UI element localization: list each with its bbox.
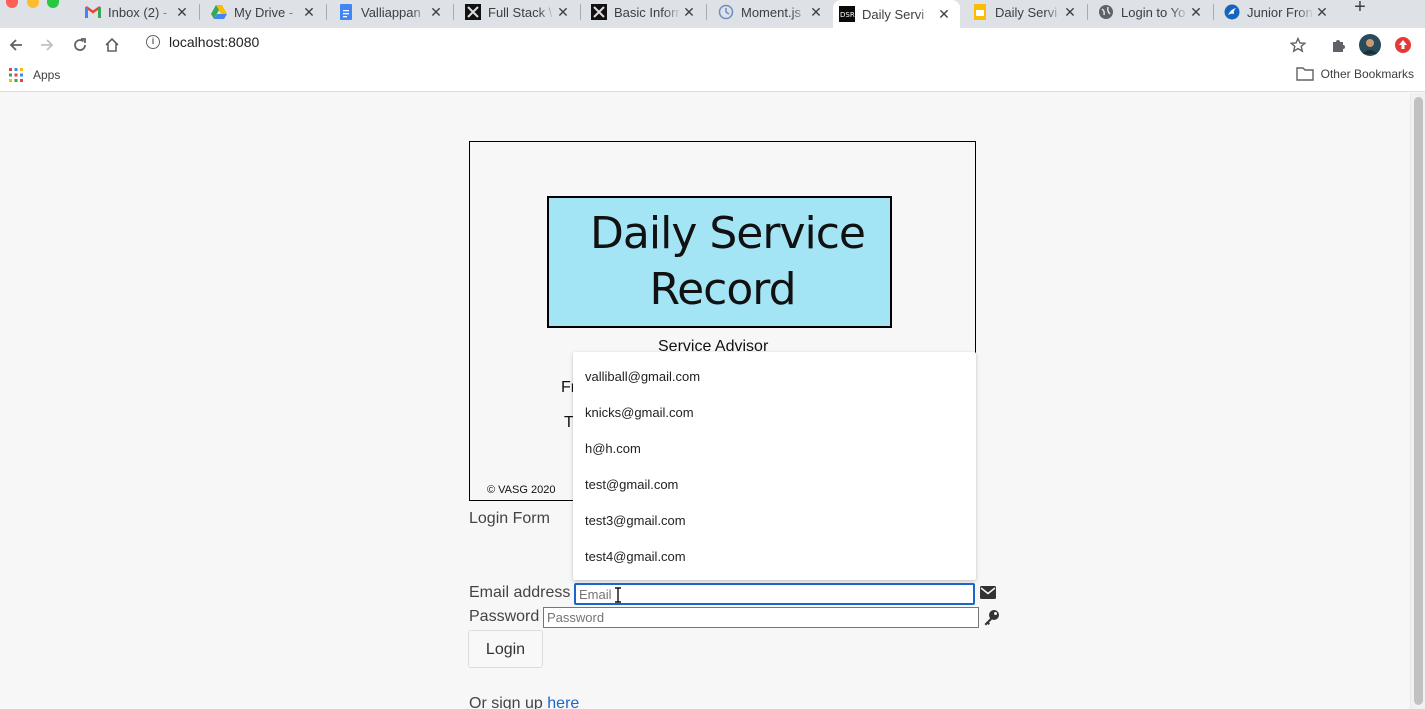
signup-link[interactable]: here [547, 695, 579, 709]
site-icon [591, 4, 607, 20]
reload-icon [74, 38, 86, 51]
tab-title: My Drive - [234, 4, 294, 20]
tab-title: Full Stack \ [488, 4, 553, 20]
tab-valliappan[interactable]: Valliappan ✕ [332, 0, 452, 24]
back-button[interactable] [4, 33, 28, 57]
logo-banner: Daily Service Record [547, 196, 892, 328]
bird-icon [1224, 4, 1240, 20]
back-arrow-icon [9, 39, 22, 51]
logo-title-line2: Record [649, 264, 796, 315]
avatar [1359, 34, 1381, 56]
docs-icon [338, 4, 354, 20]
close-icon[interactable]: ✕ [1062, 4, 1078, 21]
autocomplete-option[interactable]: knicks@gmail.com [585, 405, 694, 420]
gmail-icon [85, 4, 101, 20]
autocomplete-option[interactable]: valliball@gmail.com [585, 369, 700, 384]
scrollbar-thumb[interactable] [1414, 97, 1423, 705]
forward-arrow-icon [41, 39, 54, 51]
tab-title: Junior Fron [1247, 4, 1313, 20]
dsr-icon: DSR [839, 6, 855, 22]
close-icon[interactable]: ✕ [428, 4, 444, 21]
clock-icon [718, 4, 734, 20]
tab-strip: Inbox (2) - ✕ My Drive - ✕ Valliappan ✕ … [0, 0, 1425, 28]
tab-moment[interactable]: Moment.js ✕ [712, 0, 832, 24]
drive-icon [211, 4, 227, 20]
autocomplete-option[interactable]: test4@gmail.com [585, 549, 686, 564]
apps-label: Apps [33, 68, 61, 82]
login-button[interactable]: Login [468, 630, 543, 668]
close-window-button[interactable] [6, 0, 18, 8]
globe-icon [1098, 4, 1114, 20]
new-tab-button[interactable]: + [1352, 0, 1368, 17]
login-form-title: Login Form [469, 510, 550, 527]
maximize-window-button[interactable] [47, 0, 59, 8]
tab-title: Inbox (2) - [108, 4, 168, 20]
tab-login-to[interactable]: Login to Yo ✕ [1092, 0, 1212, 24]
update-icon [1395, 37, 1411, 53]
page-scrollbar[interactable] [1410, 93, 1425, 709]
browser-toolbar: i localhost:8080 [0, 28, 1425, 62]
autocomplete-option[interactable]: h@h.com [585, 441, 641, 456]
tab-title: Valliappan [361, 4, 421, 20]
tab-title: Moment.js [741, 4, 801, 20]
autocomplete-option[interactable]: test3@gmail.com [585, 513, 686, 528]
svg-text:DSR: DSR [840, 11, 855, 19]
tab-title: Basic Inforr [614, 4, 680, 20]
extension-update-button[interactable] [1391, 33, 1415, 57]
home-icon [105, 37, 119, 52]
email-field[interactable] [574, 583, 975, 605]
profile-button[interactable] [1358, 33, 1382, 57]
apps-bookmark[interactable]: Apps [9, 68, 60, 82]
puzzle-icon [1333, 40, 1345, 52]
tab-title: Daily Servi [995, 4, 1058, 20]
forward-button[interactable] [35, 33, 59, 57]
close-icon[interactable]: ✕ [936, 6, 952, 23]
tab-title: Login to Yo [1121, 4, 1186, 20]
email-autocomplete-dropdown: valliball@gmail.com knicks@gmail.com h@h… [573, 352, 976, 580]
tab-title: Daily Servi [862, 6, 925, 22]
reload-button[interactable] [68, 33, 92, 57]
site-icon [465, 4, 481, 20]
close-icon[interactable]: ✕ [1314, 4, 1330, 21]
email-label: Email address [469, 584, 571, 601]
logo-title-line1: Daily Service [590, 208, 866, 259]
close-icon[interactable]: ✕ [555, 4, 571, 21]
tab-basic-info[interactable]: Basic Inforr ✕ [585, 0, 705, 24]
signup-prefix: Or sign up [469, 695, 548, 709]
close-icon[interactable]: ✕ [174, 4, 190, 21]
close-icon[interactable]: ✕ [808, 4, 824, 21]
minimize-window-button[interactable] [27, 0, 39, 8]
other-bookmarks[interactable]: Other Bookmarks [1295, 67, 1414, 81]
other-bookmarks-label: Other Bookmarks [1320, 67, 1414, 81]
home-button[interactable] [100, 33, 124, 57]
apps-grid-icon [9, 68, 23, 82]
tab-junior-front[interactable]: Junior Fron ✕ [1218, 0, 1338, 24]
extensions-button[interactable] [1326, 33, 1350, 57]
close-icon[interactable]: ✕ [1188, 4, 1204, 21]
url-field[interactable]: localhost:8080 [169, 34, 259, 50]
folder-icon [1295, 67, 1314, 81]
tab-inbox[interactable]: Inbox (2) - ✕ [79, 0, 198, 24]
key-icon [984, 610, 999, 626]
tab-my-drive[interactable]: My Drive - ✕ [205, 0, 325, 24]
copyright-text: © VASG 2020 [487, 484, 556, 496]
close-icon[interactable]: ✕ [681, 4, 697, 21]
tab-full-stack[interactable]: Full Stack \ ✕ [459, 0, 579, 24]
text-cursor-icon [615, 587, 621, 603]
bookmark-star-button[interactable] [1286, 33, 1310, 57]
password-label: Password [469, 608, 540, 625]
bookmarks-bar: Apps Other Bookmarks [0, 62, 1425, 92]
site-info-icon[interactable]: i [146, 35, 160, 49]
tab-daily-service-slides[interactable]: Daily Servi ✕ [966, 0, 1086, 24]
signup-line: Or sign up here [469, 695, 579, 709]
slides-icon [972, 4, 988, 20]
close-icon[interactable]: ✕ [301, 4, 317, 21]
autocomplete-option[interactable]: test@gmail.com [585, 477, 678, 492]
tab-daily-service-active[interactable]: DSR Daily Servi ✕ [833, 0, 960, 28]
envelope-icon [980, 586, 996, 599]
star-icon [1290, 37, 1306, 53]
password-field[interactable] [543, 607, 979, 628]
